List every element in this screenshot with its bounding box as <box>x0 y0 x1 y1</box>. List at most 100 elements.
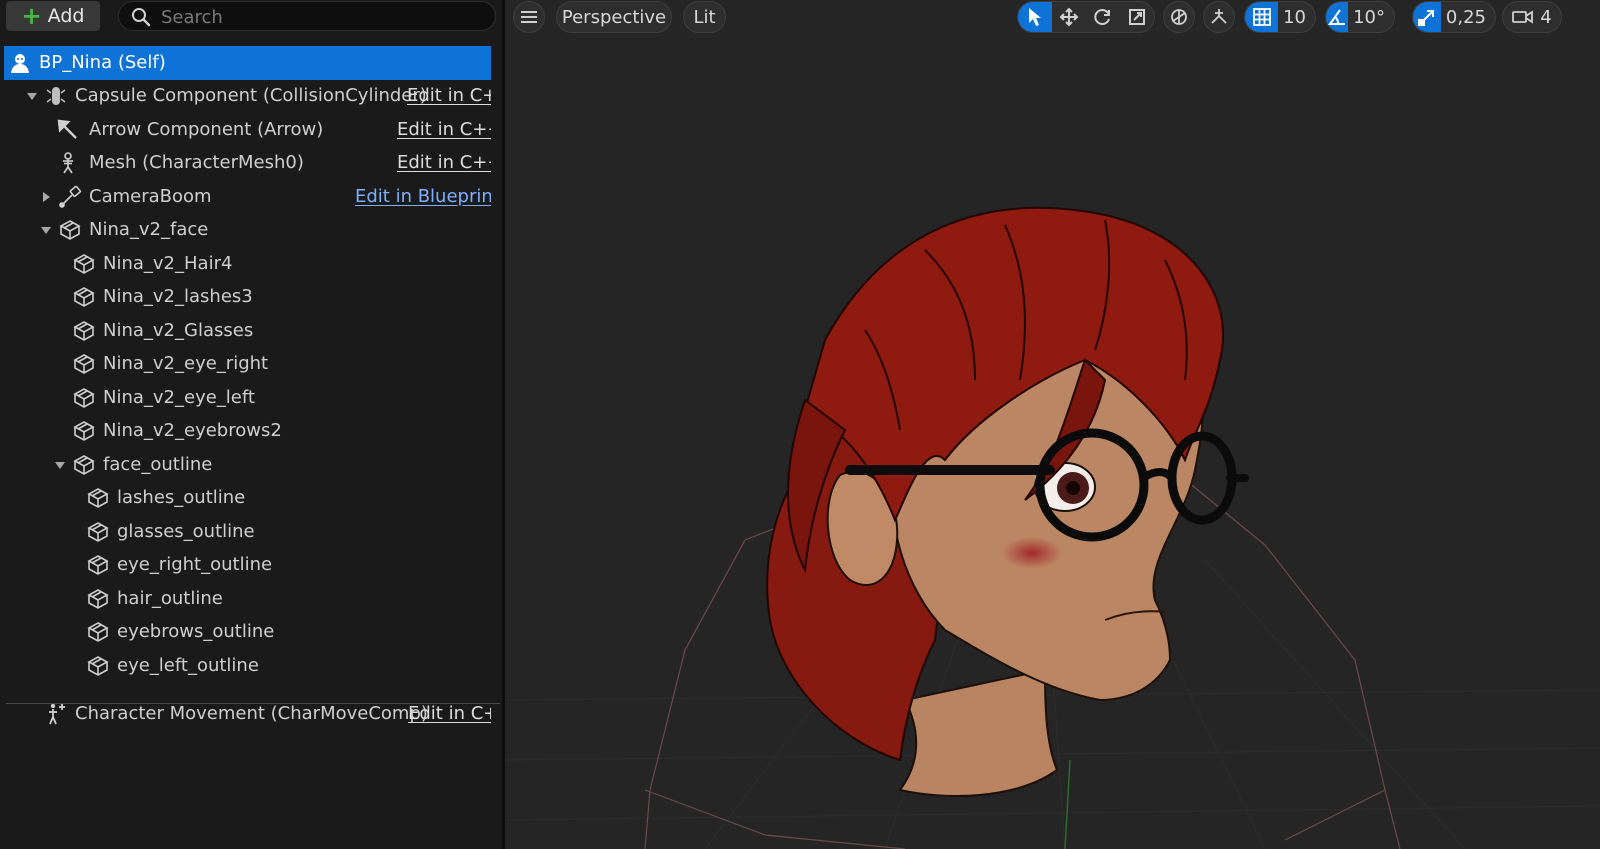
world-axis-icon <box>1171 9 1187 25</box>
perspective-label: Perspective <box>561 6 667 28</box>
static-mesh-icon <box>73 254 95 274</box>
rotate-tool-button[interactable] <box>1086 2 1120 32</box>
components-toolbar: + Add <box>0 0 505 36</box>
tree-row-bp-nina-self[interactable]: BP_Nina (Self) <box>4 46 491 80</box>
translate-tool-button[interactable] <box>1052 2 1086 32</box>
tree-row-eye-right-outline[interactable]: eye_right_outline <box>0 548 495 582</box>
static-mesh-icon <box>73 354 95 374</box>
add-button-label: Add <box>47 5 85 27</box>
surface-snap-button[interactable] <box>1203 1 1235 33</box>
scale-tool-button[interactable] <box>1120 2 1154 32</box>
tree-row-lashes-outline[interactable]: lashes_outline <box>0 481 495 515</box>
edit-in-cpp-link[interactable]: Edit in C++ <box>397 120 491 140</box>
scale-snap-icon <box>1417 10 1434 26</box>
view-mode-button[interactable]: Lit <box>683 1 726 33</box>
tree-item-label: Nina_v2_Glasses <box>103 320 254 341</box>
angle-icon <box>1328 9 1346 25</box>
static-mesh-icon <box>73 287 95 307</box>
tree-row-nina-v2-eye-right[interactable]: Nina_v2_eye_right <box>0 347 495 381</box>
perspective-button[interactable]: Perspective <box>556 1 672 33</box>
static-mesh-icon <box>87 522 109 542</box>
expand-arrow-right-icon[interactable] <box>40 191 52 203</box>
edit-in-cpp-link[interactable]: Edit in C++ <box>408 704 491 724</box>
tree-row-nina-v2-hair4[interactable]: Nina_v2_Hair4 <box>0 247 495 281</box>
tree-row-eyebrows-outline[interactable]: eyebrows_outline <box>0 615 495 649</box>
edit-in-blueprint-link[interactable]: Edit in Blueprint <box>355 187 491 207</box>
move-icon <box>1059 7 1079 27</box>
tree-item-label: eyebrows_outline <box>117 621 275 642</box>
world-local-button[interactable] <box>1163 1 1195 33</box>
search-icon <box>132 8 151 27</box>
tree-row-nina-v2-face[interactable]: Nina_v2_face <box>0 213 495 247</box>
tree-row-face-outline[interactable]: face_outline <box>0 448 495 482</box>
tree-row-capsule-component-collisioncylinder[interactable]: Capsule Component (CollisionCylinder) Edi… <box>0 79 495 113</box>
grid-snap-group: 10 <box>1244 1 1316 33</box>
expand-arrow-down-icon[interactable] <box>40 224 52 236</box>
tree-item-label: eye_right_outline <box>117 554 273 575</box>
tree-row-nina-v2-lashes3[interactable]: Nina_v2_lashes3 <box>0 280 495 314</box>
tree-row-hair-outline[interactable]: hair_outline <box>0 582 495 616</box>
camera-speed-value: 4 <box>1540 6 1552 28</box>
viewport-options-button[interactable] <box>513 1 545 33</box>
viewport-3d[interactable]: Perspective Lit 10 10° 0,25 4 <box>505 0 1600 849</box>
grid-snap-toggle[interactable] <box>1245 2 1279 32</box>
static-mesh-icon <box>87 555 109 575</box>
tree-row-eye-left-outline[interactable]: eye_left_outline <box>0 649 495 683</box>
select-tool-button[interactable] <box>1018 2 1052 32</box>
tree-item-label: Nina_v2_eyebrows2 <box>103 420 282 441</box>
character-head-model <box>766 206 1249 797</box>
movement-icon <box>49 703 65 725</box>
static-mesh-icon <box>87 589 109 609</box>
rotate-icon <box>1094 9 1110 25</box>
expand-arrow-down-icon[interactable] <box>54 459 66 471</box>
tree-item-label: Nina_v2_Hair4 <box>103 253 233 274</box>
add-component-button[interactable]: + Add <box>6 1 100 31</box>
tree-item-label: eye_left_outline <box>117 655 259 676</box>
scale-snap-group: 0,25 <box>1412 1 1496 33</box>
viewport-scene[interactable] <box>505 0 1600 849</box>
static-mesh-icon <box>73 321 95 341</box>
plus-icon: + <box>21 2 42 30</box>
rotation-snap-toggle[interactable] <box>1326 2 1349 32</box>
scale-snap-toggle[interactable] <box>1413 2 1441 32</box>
tree-item-label: CameraBoom <box>89 186 212 207</box>
tree-item-label: Nina_v2_lashes3 <box>103 286 253 307</box>
tree-row-nina-v2-eyebrows2[interactable]: Nina_v2_eyebrows2 <box>0 414 495 448</box>
character-icon <box>11 54 29 73</box>
components-panel: + Add BP_Nina (Self) Capsule Component (C… <box>0 0 505 849</box>
tree-divider <box>6 703 500 704</box>
surface-snap-icon <box>1211 9 1227 24</box>
camera-boom-icon <box>59 185 82 208</box>
tree-row-nina-v2-glasses[interactable]: Nina_v2_Glasses <box>0 314 495 348</box>
capsule-icon <box>46 87 66 105</box>
tree-item-label: Nina_v2_face <box>89 219 209 240</box>
tree-row-mesh-charactermesh0[interactable]: Mesh (CharacterMesh0) Edit in C++ <box>0 146 495 180</box>
tree-row-glasses-outline[interactable]: glasses_outline <box>0 515 495 549</box>
tree-item-label: Capsule Component (CollisionCylinder) <box>75 85 427 106</box>
tree-item-label: hair_outline <box>117 588 223 609</box>
tree-row-nina-v2-eye-left[interactable]: Nina_v2_eye_left <box>0 381 495 415</box>
tree-item-label: Character Movement (CharMoveComp) <box>75 703 428 724</box>
cursor-icon <box>1029 8 1041 26</box>
edit-in-cpp-link[interactable]: Edit in C++ <box>407 86 491 106</box>
camera-speed-button[interactable]: 4 <box>1502 1 1562 33</box>
static-mesh-icon <box>73 421 95 441</box>
edit-in-cpp-link[interactable]: Edit in C++ <box>397 153 491 173</box>
tree-row-cameraboom[interactable]: CameraBoom Edit in Blueprint <box>0 180 495 214</box>
grid-snap-value[interactable]: 10 <box>1278 7 1315 28</box>
grid-icon <box>1252 8 1271 26</box>
tree-item-label: BP_Nina (Self) <box>39 52 166 73</box>
transform-tools-group <box>1017 1 1155 33</box>
expand-arrow-down-icon[interactable] <box>26 90 38 102</box>
static-mesh-icon <box>73 388 95 408</box>
tree-item-label: lashes_outline <box>117 487 246 508</box>
search-box[interactable] <box>118 1 496 31</box>
lit-label: Lit <box>693 6 716 28</box>
scale-snap-value[interactable]: 0,25 <box>1441 7 1495 28</box>
tree-item-label: Nina_v2_eye_left <box>103 387 255 408</box>
hamburger-icon <box>521 11 537 23</box>
tree-row-arrow-component-arrow[interactable]: Arrow Component (Arrow) Edit in C++ <box>0 113 495 147</box>
static-mesh-icon <box>59 220 81 240</box>
search-input[interactable] <box>159 5 483 29</box>
rotation-snap-value[interactable]: 10° <box>1348 7 1394 28</box>
